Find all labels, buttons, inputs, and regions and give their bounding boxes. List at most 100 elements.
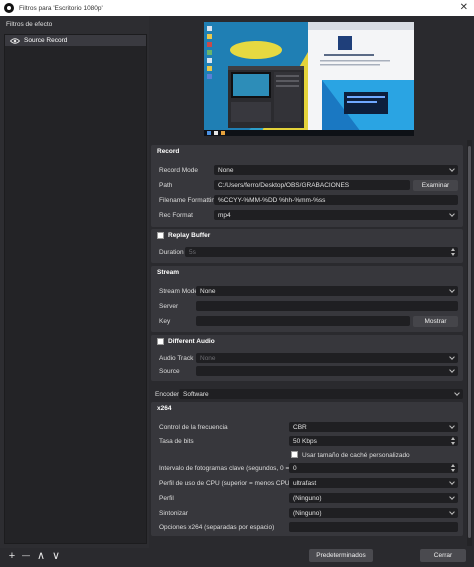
close-icon[interactable]: ✕ bbox=[460, 2, 468, 13]
stream-section: Stream Stream Mode None Server Key Mostr… bbox=[151, 266, 463, 332]
bitrate-input[interactable]: 50 Kbps bbox=[289, 436, 458, 446]
chevron-down-icon bbox=[450, 480, 455, 485]
chevron-down-icon bbox=[450, 495, 455, 500]
format-select[interactable]: mp4 bbox=[214, 210, 458, 220]
spinner-icon[interactable] bbox=[450, 463, 456, 473]
show-key-button[interactable]: Mostrar bbox=[413, 316, 458, 327]
obs-icon bbox=[4, 3, 14, 13]
encoder-select[interactable]: Software bbox=[179, 389, 463, 399]
filename-label: Filename Formatting bbox=[159, 197, 219, 204]
audio-source-label: Source bbox=[159, 368, 180, 375]
custom-buffer-label: Usar tamaño de caché personalizado bbox=[302, 452, 410, 459]
record-section: Record Record Mode None Path C:/Users/fe… bbox=[151, 145, 463, 227]
rate-control-label: Control de la frecuencia bbox=[159, 424, 228, 431]
spinner-icon[interactable] bbox=[450, 247, 456, 257]
chevron-down-icon bbox=[455, 391, 460, 396]
duration-value: 5s bbox=[189, 248, 196, 256]
title-bar: Filtros para 'Escritorio 1080p' ✕ bbox=[0, 0, 474, 16]
filter-item-source-record[interactable]: Source Record bbox=[5, 35, 146, 46]
keyframe-value: 0 bbox=[293, 464, 297, 472]
x264-title: x264 bbox=[157, 405, 172, 412]
properties-scrollbar[interactable] bbox=[467, 140, 472, 546]
filters-label: Filtros de efecto bbox=[6, 21, 53, 28]
profile-label: Perfil bbox=[159, 495, 174, 502]
key-input[interactable] bbox=[196, 316, 410, 326]
audio-title: Different Audio bbox=[168, 338, 215, 345]
stream-title: Stream bbox=[157, 269, 180, 276]
defaults-button[interactable]: Predeterminados bbox=[309, 549, 373, 562]
audio-track-select[interactable]: None bbox=[196, 353, 458, 363]
x264-options-label: Opciones x264 (separadas por espacio) bbox=[159, 524, 275, 531]
profile-value: (Ninguno) bbox=[293, 494, 322, 502]
stream-mode-value: None bbox=[200, 287, 216, 295]
chevron-down-icon bbox=[450, 510, 455, 515]
chevron-down-icon bbox=[450, 355, 455, 360]
profile-select[interactable]: (Ninguno) bbox=[289, 493, 458, 503]
audio-track-value: None bbox=[200, 354, 216, 362]
record-title: Record bbox=[157, 148, 180, 155]
record-mode-value: None bbox=[218, 166, 234, 174]
tune-select[interactable]: (Ninguno) bbox=[289, 508, 458, 518]
encoder-value: Software bbox=[183, 390, 209, 398]
duration-input[interactable]: 5s bbox=[185, 247, 458, 257]
browse-button[interactable]: Examinar bbox=[413, 180, 458, 191]
replay-section: Replay Buffer Duration 5s bbox=[151, 229, 463, 263]
source-preview bbox=[204, 22, 414, 136]
keyframe-input[interactable]: 0 bbox=[289, 463, 458, 473]
path-input[interactable]: C:/Users/ferro/Desktop/OBS/GRABACIONES bbox=[214, 180, 410, 190]
chevron-down-icon bbox=[450, 424, 455, 429]
move-down-button[interactable]: ∨ bbox=[50, 550, 62, 562]
audio-source-select[interactable] bbox=[196, 366, 458, 376]
record-mode-select[interactable]: None bbox=[214, 165, 458, 175]
path-value: C:/Users/ferro/Desktop/OBS/GRABACIONES bbox=[218, 181, 350, 189]
cpu-preset-label: Perfil de uso de CPU (superior = menos C… bbox=[159, 480, 292, 487]
rate-control-value: CBR bbox=[293, 423, 307, 431]
format-label: Rec Format bbox=[159, 212, 193, 219]
replay-title: Replay Buffer bbox=[168, 232, 211, 239]
filter-item-label: Source Record bbox=[24, 37, 68, 44]
eye-icon[interactable] bbox=[10, 37, 20, 44]
path-label: Path bbox=[159, 182, 173, 189]
add-filter-button[interactable]: + bbox=[6, 550, 18, 562]
replay-checkbox[interactable] bbox=[157, 232, 164, 239]
format-value: mp4 bbox=[218, 211, 231, 219]
spinner-icon[interactable] bbox=[450, 436, 456, 446]
encoder-label: Encoder bbox=[155, 391, 180, 398]
scrollbar-thumb[interactable] bbox=[468, 146, 471, 538]
window-title: Filtros para 'Escritorio 1080p' bbox=[19, 4, 103, 12]
filename-value: %CCYY-%MM-%DD %hh-%mm-%ss bbox=[218, 196, 326, 204]
properties-pane: Record Record Mode None Path C:/Users/fe… bbox=[151, 140, 469, 546]
stream-mode-label: Stream Mode bbox=[159, 288, 199, 295]
server-label: Server bbox=[159, 303, 179, 310]
x264-section: x264 Control de la frecuencia CBR Tasa d… bbox=[151, 402, 463, 536]
bitrate-value: 50 Kbps bbox=[293, 437, 317, 445]
server-input[interactable] bbox=[196, 301, 458, 311]
tune-value: (Ninguno) bbox=[293, 509, 322, 517]
chevron-down-icon bbox=[450, 212, 455, 217]
tune-label: Sintonizar bbox=[159, 510, 188, 517]
audio-checkbox[interactable] bbox=[157, 338, 164, 345]
chevron-down-icon bbox=[450, 368, 455, 373]
filename-input[interactable]: %CCYY-%MM-%DD %hh-%mm-%ss bbox=[214, 195, 458, 205]
move-up-button[interactable]: ∧ bbox=[35, 550, 47, 562]
record-mode-label: Record Mode bbox=[159, 167, 199, 174]
cpu-preset-value: ultrafast bbox=[293, 479, 317, 487]
x264-options-input[interactable] bbox=[289, 522, 458, 532]
audio-track-label: Audio Track bbox=[159, 355, 194, 362]
stream-mode-select[interactable]: None bbox=[196, 286, 458, 296]
custom-buffer-checkbox[interactable] bbox=[291, 451, 298, 458]
rate-control-select[interactable]: CBR bbox=[289, 422, 458, 432]
key-label: Key bbox=[159, 318, 171, 325]
chevron-down-icon bbox=[450, 167, 455, 172]
filters-panel: Filtros de efecto Source Record bbox=[0, 16, 149, 548]
cpu-preset-select[interactable]: ultrafast bbox=[289, 478, 458, 488]
close-button[interactable]: Cerrar bbox=[420, 549, 466, 562]
bitrate-label: Tasa de bits bbox=[159, 438, 194, 445]
duration-label: Duration bbox=[159, 249, 184, 256]
audio-section: Different Audio Audio Track None Source bbox=[151, 335, 463, 381]
chevron-down-icon bbox=[450, 288, 455, 293]
remove-filter-button[interactable]: — bbox=[20, 550, 32, 562]
filter-list[interactable]: Source Record bbox=[4, 34, 147, 544]
bottom-bar: + — ∧ ∨ Predeterminados Cerrar bbox=[0, 548, 474, 567]
keyframe-label: Intervalo de fotogramas clave (segundos,… bbox=[159, 465, 306, 472]
